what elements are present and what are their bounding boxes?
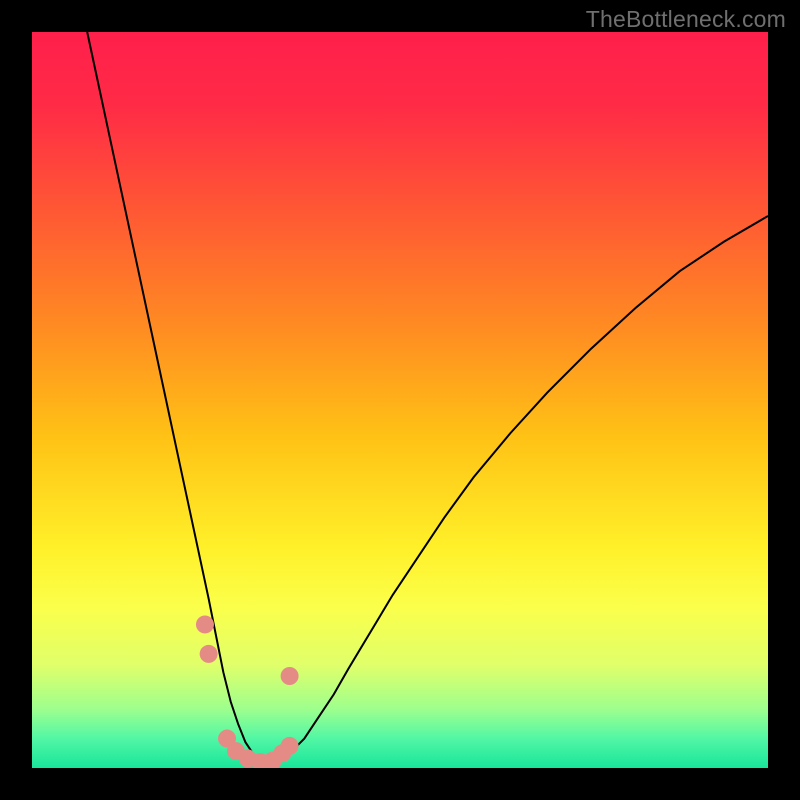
gradient-background xyxy=(32,32,768,768)
chart-svg xyxy=(32,32,768,768)
data-marker xyxy=(196,615,214,633)
data-marker xyxy=(281,737,299,755)
watermark-text: TheBottleneck.com xyxy=(586,6,786,33)
chart-frame: TheBottleneck.com xyxy=(0,0,800,800)
data-marker xyxy=(200,645,218,663)
data-marker xyxy=(281,667,299,685)
plot-area xyxy=(32,32,768,768)
